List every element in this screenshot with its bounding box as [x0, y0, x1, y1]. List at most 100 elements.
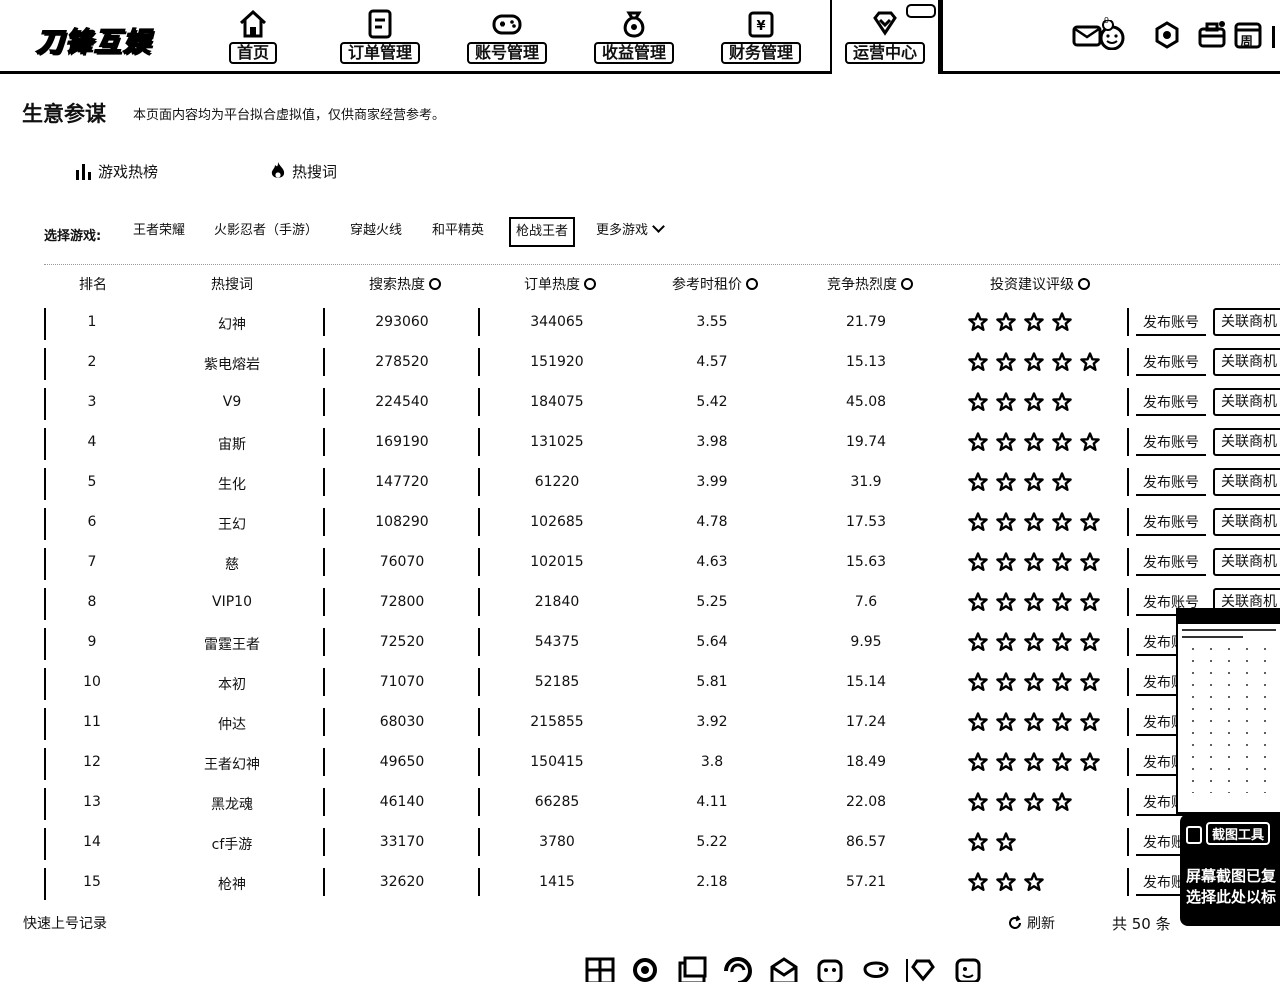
col-competition[interactable]: 竞争热烈度 [800, 274, 940, 294]
rating-stars [968, 432, 1100, 454]
publish-account-button[interactable]: 发布账号 [1136, 510, 1206, 536]
row-divider [478, 508, 480, 536]
publish-account-button[interactable]: 发布账号 [1136, 430, 1206, 456]
game-option-selected[interactable]: 枪战王者 [509, 217, 576, 247]
quick-login-record-link[interactable]: 快速上号记录 [23, 913, 107, 933]
new-badge [906, 4, 936, 18]
grid-icon[interactable] [583, 955, 617, 982]
row-divider [1127, 388, 1129, 416]
cell-keyword: cf手游 [211, 837, 253, 853]
cell-search-heat: 68030 [379, 714, 425, 730]
publish-account-button[interactable]: 发布账号 [1136, 350, 1206, 376]
nav-earnings[interactable]: 收益管理 [579, 6, 689, 70]
row-divider [323, 468, 325, 496]
cell-competition: 86.57 [845, 834, 887, 850]
star-icon [968, 312, 988, 334]
robot-icon[interactable] [813, 955, 847, 982]
col-order-heat[interactable]: 订单热度 [495, 274, 625, 294]
cell-search-heat: 293060 [375, 314, 429, 330]
cell-rank: 13 [83, 794, 101, 810]
message-icon[interactable] [1072, 20, 1132, 50]
cell-keyword: 王幻 [218, 517, 246, 533]
star-icon [1052, 752, 1072, 774]
publish-account-button[interactable]: 发布账号 [1136, 390, 1206, 416]
row-divider [44, 748, 46, 780]
game-option[interactable]: 王者荣耀 [128, 217, 190, 247]
cell-order-heat: 102015 [530, 554, 584, 570]
col-ref-price[interactable]: 参考时租价 [645, 274, 785, 294]
rating-stars [968, 712, 1100, 734]
refresh-label: 刷新 [1027, 916, 1055, 932]
link-opportunity-button[interactable]: 关联商机 [1213, 308, 1280, 336]
snipping-tool-notification[interactable]: 截图工具 屏幕截图已复 选择此处以标 [1180, 814, 1280, 926]
settings-icon[interactable] [1152, 20, 1182, 50]
briefcase-icon[interactable] [1197, 20, 1227, 50]
nav-orders[interactable]: 订单管理 [325, 6, 435, 70]
cell-keyword: V9 [222, 394, 242, 410]
tab-game-hotlist[interactable]: 游戏热榜 [74, 160, 158, 182]
cell-competition: 15.14 [845, 674, 887, 690]
col-rating[interactable]: 投资建议评级 [960, 274, 1120, 294]
link-opportunity-button[interactable]: 关联商机 [1213, 548, 1280, 576]
row-divider [44, 628, 46, 660]
refresh-button[interactable]: 刷新 [1007, 913, 1055, 933]
yen-icon: ¥ [748, 11, 774, 38]
link-opportunity-button[interactable]: 关联商机 [1213, 348, 1280, 376]
table-row: 2 紫电熔岩 278520 151920 4.57 15.13 发布账号 关联商机 [44, 344, 1280, 384]
cell-keyword: 黑龙魂 [211, 797, 253, 813]
table-row: 13黑龙魂46140662854.1122.08发布账号关联商机 [44, 784, 1280, 824]
cell-rank: 5 [87, 474, 97, 490]
cell-search-heat: 46140 [379, 794, 425, 810]
col-search-heat[interactable]: 搜索热度 [340, 274, 470, 294]
calendar-label: 周 [1240, 35, 1254, 50]
gamepad-icon[interactable] [859, 955, 893, 982]
star-icon [1024, 352, 1044, 374]
more-games-dropdown[interactable]: 更多游戏 [591, 217, 668, 247]
browser-icon[interactable] [721, 955, 755, 982]
search-icon[interactable] [629, 955, 663, 982]
cell-competition: 18.49 [845, 754, 887, 770]
snipping-tool-title: 截图工具 [1206, 822, 1271, 845]
game-option[interactable]: 火影忍者（手游） [209, 217, 323, 247]
cell-keyword: 生化 [218, 477, 246, 493]
link-opportunity-button[interactable]: 关联商机 [1213, 468, 1280, 496]
link-opportunity-button[interactable]: 关联商机 [1213, 508, 1280, 536]
nav-home[interactable]: 首页 [198, 6, 308, 70]
tab-hot-keywords[interactable]: 热搜词 [268, 160, 337, 182]
game-option[interactable]: 和平精英 [427, 217, 489, 247]
publish-account-button[interactable]: 发布账号 [1136, 550, 1206, 576]
diamond-icon[interactable] [905, 955, 939, 982]
link-opportunity-button[interactable]: 关联商机 [1213, 428, 1280, 456]
publish-account-button[interactable]: 发布账号 [1136, 310, 1206, 336]
star-icon [996, 752, 1016, 774]
face-icon[interactable] [951, 955, 985, 982]
col-rank: 排名 [79, 277, 107, 293]
game-option[interactable]: 穿越火线 [345, 217, 407, 247]
row-divider [478, 748, 480, 776]
cell-rank: 1 [87, 314, 97, 330]
row-divider [44, 308, 46, 340]
screenshot-thumbnail[interactable] [1176, 608, 1280, 814]
window-icon[interactable] [675, 955, 709, 982]
row-divider [323, 428, 325, 456]
star-icon [1024, 392, 1044, 414]
cell-keyword: 本初 [218, 677, 246, 693]
table-row: 6 王幻 108290 102685 4.78 17.53 发布账号 关联商机 [44, 504, 1280, 544]
row-divider [44, 788, 46, 820]
star-icon [1052, 512, 1072, 534]
star-icon [968, 432, 988, 454]
row-divider [44, 548, 46, 580]
cell-rank: 12 [83, 754, 101, 770]
publish-account-button[interactable]: 发布账号 [1136, 470, 1206, 496]
link-opportunity-button[interactable]: 关联商机 [1213, 388, 1280, 416]
nav-operations[interactable]: 运营中心 [830, 0, 940, 77]
mail-icon[interactable] [767, 955, 801, 982]
rating-stars [968, 672, 1100, 694]
cell-rank: 6 [87, 514, 97, 530]
row-divider [44, 348, 46, 380]
svg-text:¥: ¥ [756, 19, 765, 34]
nav-finance[interactable]: ¥ 财务管理 [706, 6, 816, 70]
table-row: 9雷霆王者72520543755.649.95发布账号关联商机 [44, 624, 1280, 664]
nav-accounts[interactable]: 账号管理 [452, 6, 562, 70]
cell-search-heat: 278520 [375, 354, 429, 370]
